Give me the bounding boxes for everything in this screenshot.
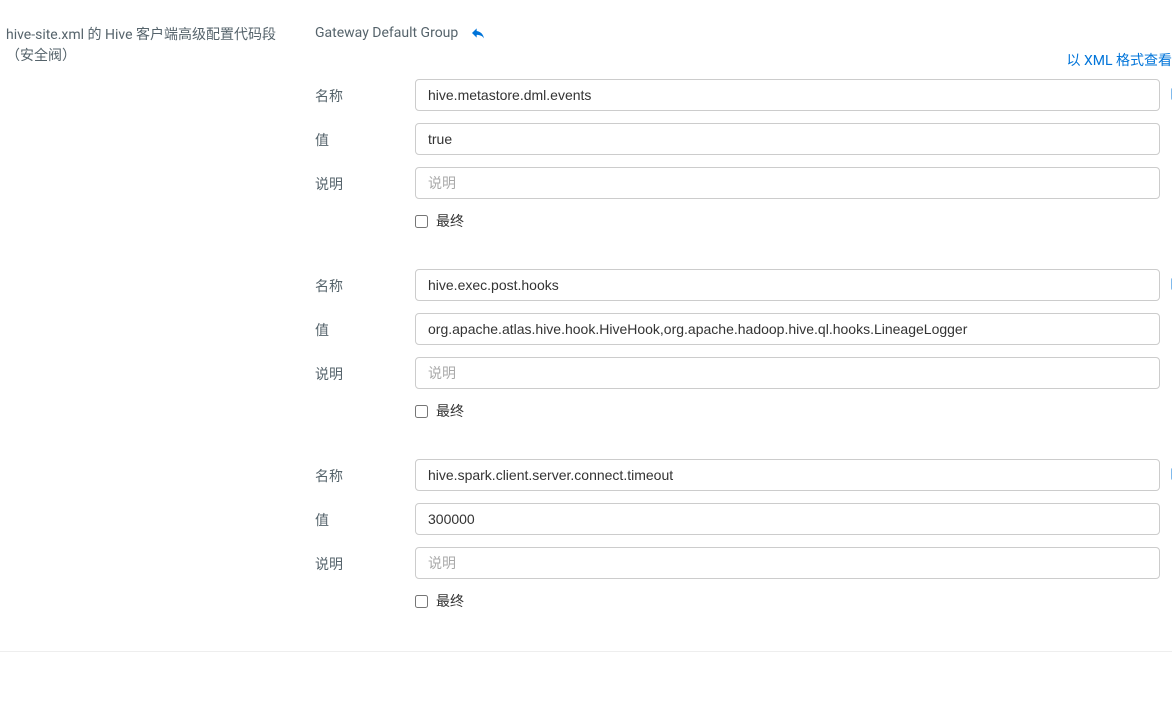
value-label: 值 bbox=[315, 128, 415, 150]
final-label[interactable]: 最终 bbox=[436, 211, 464, 231]
final-checkbox[interactable] bbox=[415, 215, 428, 228]
desc-input[interactable] bbox=[415, 167, 1160, 199]
name-input[interactable] bbox=[415, 269, 1160, 301]
config-entry: 名称 值 说明 最终 bbox=[315, 79, 1160, 231]
value-input[interactable] bbox=[415, 503, 1160, 535]
config-snippet-title[interactable]: hive-site.xml 的 Hive 客户端高级配置代码段 （安全阀） bbox=[6, 25, 305, 67]
final-checkbox[interactable] bbox=[415, 595, 428, 608]
value-label: 值 bbox=[315, 508, 415, 530]
desc-label: 说明 bbox=[315, 172, 415, 194]
name-input[interactable] bbox=[415, 79, 1160, 111]
final-label[interactable]: 最终 bbox=[436, 401, 464, 421]
value-label: 值 bbox=[315, 318, 415, 340]
value-input[interactable] bbox=[415, 313, 1160, 345]
revert-icon[interactable] bbox=[470, 25, 486, 41]
desc-label: 说明 bbox=[315, 552, 415, 574]
value-input[interactable] bbox=[415, 123, 1160, 155]
config-entry: 名称 值 说明 最终 bbox=[315, 269, 1160, 421]
config-entry: 名称 值 说明 最终 bbox=[315, 459, 1160, 611]
final-checkbox[interactable] bbox=[415, 405, 428, 418]
name-label: 名称 bbox=[315, 274, 415, 296]
name-label: 名称 bbox=[315, 84, 415, 106]
name-input[interactable] bbox=[415, 459, 1160, 491]
config-title-line1: hive-site.xml 的 Hive 客户端高级配置代码段 bbox=[6, 27, 276, 43]
name-label: 名称 bbox=[315, 464, 415, 486]
desc-input[interactable] bbox=[415, 357, 1160, 389]
desc-label: 说明 bbox=[315, 362, 415, 384]
view-as-xml-link[interactable]: 以 XML 格式查看 bbox=[1067, 50, 1172, 70]
group-name: Gateway Default Group bbox=[315, 25, 458, 41]
footer-spacer bbox=[0, 651, 1172, 709]
config-title-line2: （安全阀） bbox=[6, 48, 76, 64]
final-label[interactable]: 最终 bbox=[436, 591, 464, 611]
desc-input[interactable] bbox=[415, 547, 1160, 579]
